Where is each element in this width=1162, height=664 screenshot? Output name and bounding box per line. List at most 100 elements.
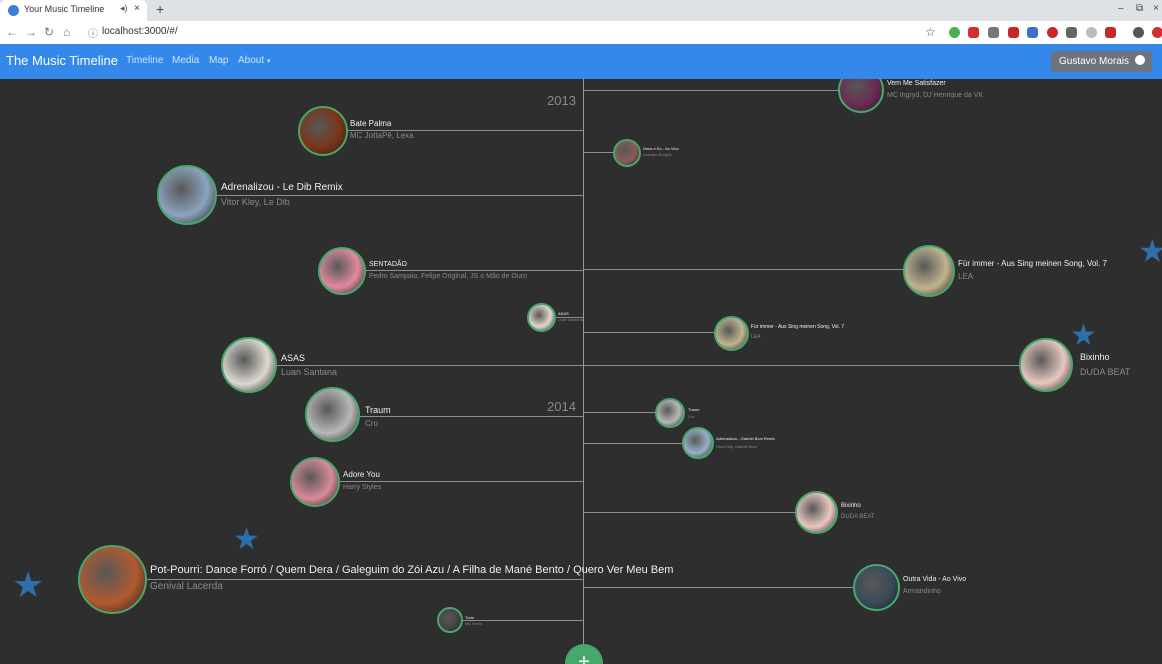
track-title: Pot-Pourri: Dance Forró / Quem Dera / Ga… (150, 564, 674, 576)
timeline-axis (583, 79, 584, 664)
timeline: 2013 2014 Vem Me Satisfazer MC Ingryd, D… (0, 79, 1162, 664)
close-tab-icon[interactable]: × (134, 3, 140, 14)
track-artist: Luan Santana (558, 317, 583, 322)
track-artist: Pedro Sampaio, Felipe Original, JS o Mão… (369, 273, 527, 280)
track-cover[interactable] (290, 457, 340, 507)
forward-icon[interactable]: → (25, 25, 37, 39)
track-cover[interactable] (318, 247, 366, 295)
track-cover[interactable] (298, 106, 348, 156)
track-artist: MC JottaPê, Lexa (350, 131, 414, 140)
url-field[interactable]: ⓘ localhost:3000/#/ (85, 24, 915, 41)
track-title: Tudo (465, 615, 474, 620)
year-label: 2014 (547, 399, 576, 414)
nav-about-label: About (238, 55, 265, 66)
minimize-icon[interactable]: – (1118, 3, 1124, 14)
track-artist: Harry Styles (343, 484, 382, 491)
track-title: Traum (365, 405, 391, 415)
track-artist: DUDA BEAT (841, 514, 875, 520)
year-label: 2013 (547, 93, 576, 108)
nav-about-dropdown[interactable]: About ▾ (238, 55, 270, 66)
track-cover[interactable] (437, 607, 463, 633)
track-cover[interactable] (655, 398, 685, 428)
track-artist: DUDA BEAT (1080, 367, 1131, 377)
track-cover[interactable] (305, 387, 360, 442)
extension-lastpass-icon[interactable] (1105, 27, 1116, 38)
extension-gray-icon[interactable] (1086, 27, 1097, 38)
caret-down-icon: ▾ (266, 58, 271, 65)
restore-icon[interactable]: ⧉ (1136, 3, 1143, 14)
track-title: Outra Vida - Ao Vivo (903, 576, 967, 583)
reload-icon[interactable]: ↻ (44, 25, 54, 39)
track-title: Bixinho (841, 503, 861, 509)
favicon-icon (8, 5, 19, 16)
extension-dark-icon[interactable] (1066, 27, 1077, 38)
track-cover[interactable] (613, 139, 641, 167)
track-cover[interactable] (795, 491, 838, 534)
track-title: Vem Me Satisfazer (887, 80, 946, 87)
track-cover[interactable] (527, 303, 556, 332)
profile-icon[interactable] (1133, 27, 1144, 38)
extension-grammarly-icon[interactable] (949, 27, 960, 38)
browser-tab-bar: Your Music Timeline ◂) × + – ⧉ × (0, 0, 1162, 21)
star-icon: ★ (12, 564, 45, 605)
bookmark-star-icon[interactable]: ☆ (925, 25, 936, 39)
track-cover[interactable] (157, 165, 217, 225)
extension-pdf-icon[interactable] (968, 27, 979, 38)
address-bar: ← → ↻ ⌂ ⓘ localhost:3000/#/ ☆ (0, 21, 1162, 45)
speaker-icon[interactable]: ◂) (120, 3, 128, 14)
track-cover[interactable] (78, 545, 147, 614)
track-artist: Armandinho (903, 588, 941, 595)
extension-red-icon[interactable] (1008, 27, 1019, 38)
track-artist: MC Ingryd, DJ Henrique da VK (887, 92, 984, 99)
track-artist: Cro (688, 414, 695, 419)
star-icon: ★ (1138, 233, 1162, 269)
extension-pen-icon[interactable] (988, 27, 999, 38)
track-artist: Vitor Kley, Le Dib (221, 197, 290, 207)
nav-map[interactable]: Map (209, 55, 228, 66)
nav-timeline[interactable]: Timeline (126, 55, 163, 66)
extension-record-icon[interactable] (1152, 27, 1162, 38)
add-track-button[interactable]: + (565, 644, 603, 664)
track-cover[interactable] (714, 316, 749, 351)
user-name: Gustavo Morais (1059, 56, 1130, 67)
back-icon[interactable]: ← (6, 25, 18, 39)
track-title: ASAS (558, 311, 569, 316)
track-cover[interactable] (221, 337, 277, 393)
track-artist: Vitor Kley, Gabriel Boni (716, 444, 757, 449)
track-cover[interactable] (838, 79, 884, 113)
extension-adblock-icon[interactable] (1047, 27, 1058, 38)
home-icon[interactable]: ⌂ (63, 25, 70, 39)
close-window-icon[interactable]: × (1153, 3, 1159, 14)
info-icon[interactable]: ⓘ (88, 25, 98, 40)
track-cover[interactable] (853, 564, 900, 611)
star-icon: ★ (1070, 319, 1097, 352)
track-artist: LEA (958, 272, 974, 281)
app-navbar: The Music Timeline Timeline Media Map Ab… (0, 44, 1162, 79)
track-title: Für immer - Aus Sing meinen Song, Vol. 7 (958, 259, 1107, 268)
track-cover[interactable] (1019, 338, 1073, 392)
track-title: Bate Palma (350, 119, 392, 128)
browser-tab[interactable]: Your Music Timeline ◂) × (0, 0, 147, 21)
track-artist: LEA (751, 334, 761, 340)
extension-translate-icon[interactable] (1027, 27, 1038, 38)
track-title: Adore You (343, 470, 380, 479)
track-artist: Cro (365, 419, 378, 428)
track-title: ASAS (281, 353, 306, 363)
track-cover[interactable] (903, 245, 955, 297)
track-title: Deus e Eu - Ao Vivo (643, 146, 679, 151)
track-artist: Leandro Borges (643, 152, 672, 157)
new-tab-button[interactable]: + (156, 1, 164, 17)
brand-logo[interactable]: The Music Timeline (6, 53, 118, 68)
nav-media[interactable]: Media (172, 55, 199, 66)
track-title: Für immer - Aus Sing meinen Song, Vol. 7 (751, 324, 845, 330)
user-menu-button[interactable]: Gustavo Morais (1051, 51, 1152, 72)
track-cover[interactable] (682, 427, 714, 459)
track-title: Bixinho (1080, 352, 1110, 362)
track-artist: Genival Lacerda (150, 581, 223, 592)
track-title: SENTADÃO (369, 261, 407, 268)
user-icon (1135, 55, 1145, 65)
track-title: Adrenalizou - Le Dib Remix (221, 182, 343, 193)
track-title: Adrenalizou - Gabriel Boni Remix (716, 436, 776, 441)
star-icon: ★ (233, 523, 260, 556)
track-title: Traum (688, 407, 700, 412)
